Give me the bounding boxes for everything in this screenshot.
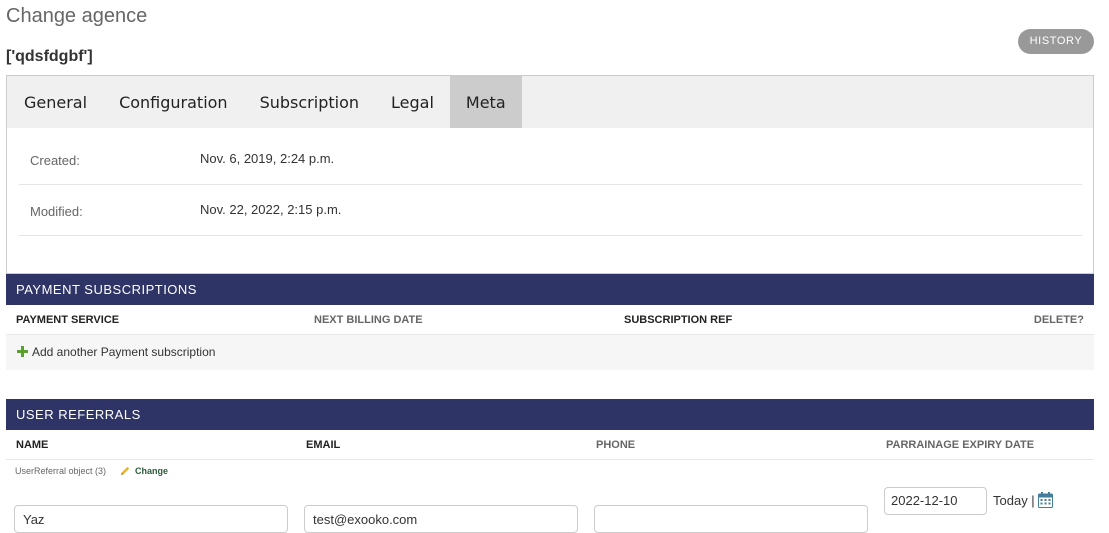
referral-name-input[interactable] (14, 505, 288, 533)
referral-phone-input[interactable] (594, 505, 868, 533)
meta-panel: Created: Nov. 6, 2019, 2:24 p.m. Modifie… (6, 128, 1094, 274)
tab-legal[interactable]: Legal (375, 76, 450, 128)
modified-label: Modified: (30, 204, 83, 219)
col-phone: PHONE (596, 439, 636, 451)
tab-meta[interactable]: Meta (449, 76, 522, 128)
expiry-date-input[interactable]: 2022-12-10 (884, 487, 987, 515)
page-title: Change agence (6, 5, 148, 27)
pencil-icon (120, 466, 130, 476)
modified-value: Nov. 22, 2022, 2:15 p.m. (200, 202, 342, 217)
created-value: Nov. 6, 2019, 2:24 p.m. (200, 151, 335, 166)
tab-configuration[interactable]: Configuration (103, 76, 244, 128)
referral-object-label: UserReferral object (3) (15, 466, 107, 476)
change-link[interactable]: Change (120, 465, 168, 476)
add-icon (17, 346, 28, 357)
calendar-icon[interactable] (1038, 492, 1053, 508)
col-subscription-ref: SUBSCRIPTION REF (624, 314, 733, 326)
today-link[interactable]: Today | (993, 493, 1035, 508)
col-parrainage-expiry-date: PARRAINAGE EXPIRY DATE (886, 439, 1035, 451)
payment-subscriptions-columns: PAYMENT SERVICE NEXT BILLING DATE SUBSCR… (6, 305, 1094, 335)
user-referrals-header: USER REFERRALS (6, 399, 1094, 430)
object-name: ['qdsfdgbf'] (6, 48, 93, 65)
add-payment-subscription-row[interactable]: Add another Payment subscription (6, 335, 1094, 370)
col-payment-service: PAYMENT SERVICE (16, 314, 120, 326)
tab-general[interactable]: General (8, 76, 103, 128)
referral-email-input[interactable] (304, 505, 578, 533)
tab-bar: General Configuration Subscription Legal… (6, 75, 1094, 129)
change-label: Change (135, 465, 169, 476)
modified-row: Modified: Nov. 22, 2022, 2:15 p.m. (19, 185, 1082, 236)
created-row: Created: Nov. 6, 2019, 2:24 p.m. (19, 134, 1082, 185)
payment-subscriptions-header: PAYMENT SUBSCRIPTIONS (6, 274, 1094, 305)
tab-subscription[interactable]: Subscription (244, 76, 375, 128)
col-next-billing-date: NEXT BILLING DATE (314, 314, 423, 326)
col-email: EMAIL (306, 439, 341, 451)
add-payment-subscription-link[interactable]: Add another Payment subscription (32, 345, 215, 359)
col-name: NAME (16, 439, 49, 451)
history-button[interactable]: HISTORY (1018, 29, 1094, 54)
user-referrals-columns: NAME EMAIL PHONE PARRAINAGE EXPIRY DATE (6, 430, 1094, 460)
created-label: Created: (30, 153, 80, 168)
col-delete: DELETE? (1033, 314, 1084, 326)
